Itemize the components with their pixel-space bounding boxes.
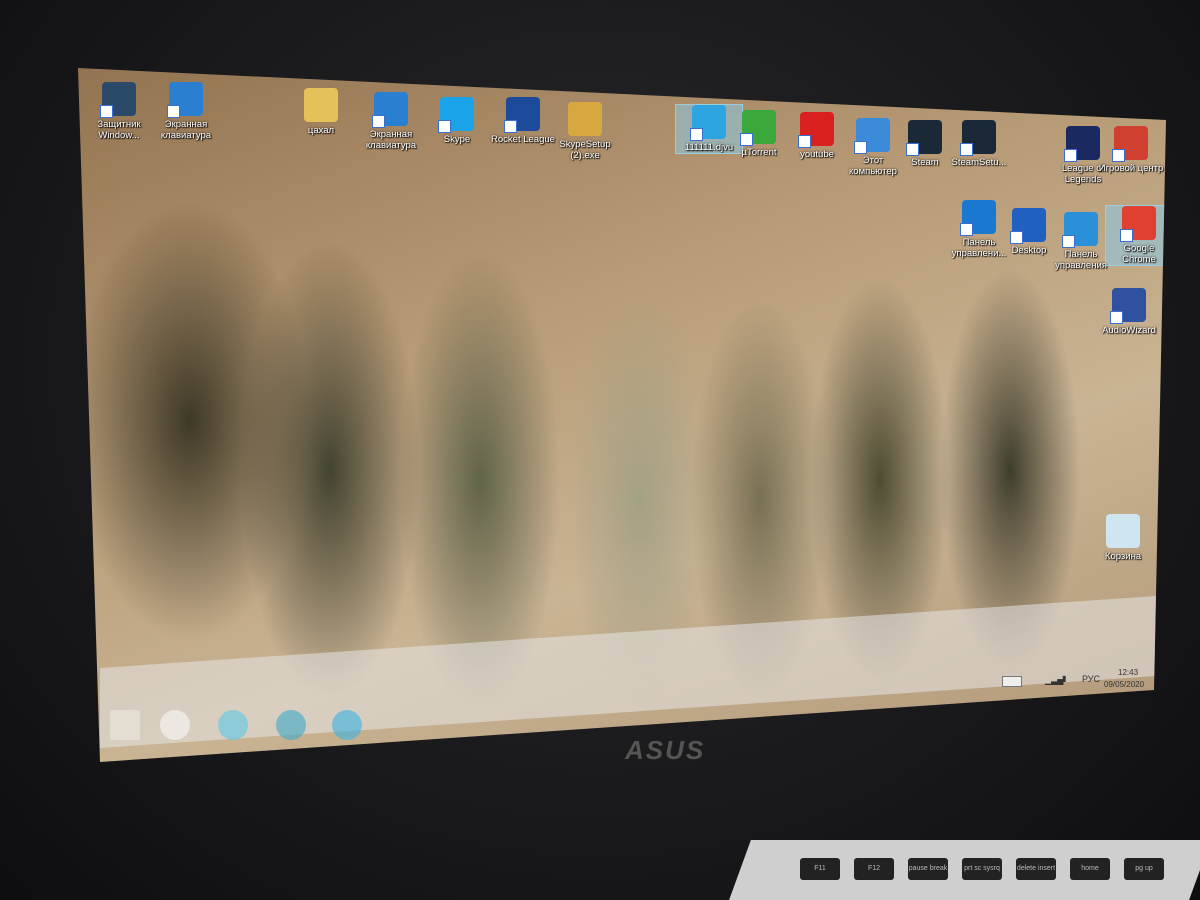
desktop-icon-label: Desktop bbox=[1011, 245, 1047, 256]
steam-icon bbox=[906, 120, 942, 156]
on-screen-keyboard-icon bbox=[167, 82, 203, 118]
keyboard-key: pg up bbox=[1124, 858, 1164, 880]
skype-icon bbox=[438, 97, 474, 133]
desktop-icon-label: Корзина bbox=[1104, 551, 1142, 562]
desktop-icon[interactable]: Rocket League bbox=[490, 97, 556, 145]
taskbar-app-icon[interactable] bbox=[332, 710, 362, 740]
desktop-icon-label: SkypeSetup (2).exe bbox=[559, 139, 611, 161]
asus-logo: ASUS bbox=[625, 735, 706, 765]
desktop-icon-label: Steam bbox=[911, 157, 939, 168]
desktop-icon-label: Google Chrome bbox=[1122, 243, 1156, 265]
keyboard-key: pause break bbox=[908, 858, 948, 880]
desktop-icon[interactable]: Экранная клавиатура bbox=[153, 82, 219, 141]
keyboard-key: delete insert bbox=[1016, 858, 1056, 880]
desktop-icon-label: µTorrent bbox=[741, 147, 777, 158]
installer-icon bbox=[568, 102, 602, 136]
desktop-icon-label: Панель управления bbox=[1055, 249, 1107, 271]
windows-defender-icon bbox=[100, 82, 136, 118]
youtube-icon bbox=[798, 112, 834, 148]
desktop-icon-label: цахал bbox=[307, 125, 335, 136]
recycle-bin-icon bbox=[1106, 514, 1140, 548]
desktop-icon[interactable]: Защитник Window... bbox=[86, 82, 152, 141]
utorrent-icon bbox=[740, 110, 776, 146]
desktop-icon[interactable]: Панель управления bbox=[1048, 212, 1114, 271]
desktop-icon-label: SteamSetu... bbox=[951, 157, 1007, 168]
desktop-icon[interactable]: SteamSetu... bbox=[946, 120, 1012, 168]
chrome-icon bbox=[1120, 206, 1156, 242]
league-of-legends-icon bbox=[1064, 126, 1100, 162]
desktop-icon[interactable]: µTorrent bbox=[726, 110, 792, 158]
game-center-icon bbox=[1112, 126, 1148, 162]
on-screen-keyboard-icon bbox=[372, 92, 408, 128]
desktop-icon-label: Защитник Window... bbox=[97, 119, 141, 141]
desktop-icon-label: Игровой центр bbox=[1098, 163, 1164, 174]
taskbar-app-icon[interactable] bbox=[160, 710, 190, 740]
rocket-league-icon bbox=[504, 97, 540, 133]
taskbar-app-icon[interactable] bbox=[218, 710, 248, 740]
keyboard-key: F11 bbox=[800, 858, 840, 880]
desktop-icon-label: Экранная клавиатура bbox=[160, 119, 212, 141]
desktop-icon-label: Экранная клавиатура bbox=[365, 129, 417, 151]
taskbar-app-icon[interactable] bbox=[276, 710, 306, 740]
desktop-icon[interactable]: Корзина bbox=[1090, 514, 1156, 562]
battery-icon[interactable]: ▮ bbox=[1062, 674, 1066, 683]
control-panel-icon bbox=[1062, 212, 1098, 248]
internet-explorer-icon bbox=[690, 105, 726, 141]
desktop-icon-label: Rocket League bbox=[491, 134, 555, 145]
intel-control-panel-icon bbox=[960, 200, 996, 236]
desktop-icon[interactable]: AudioWizard bbox=[1096, 288, 1162, 336]
language-indicator[interactable]: РУС bbox=[1082, 674, 1100, 684]
clock-date[interactable]: 09/05/2020 bbox=[1104, 680, 1144, 689]
audiowizard-icon bbox=[1110, 288, 1146, 324]
steam-setup-icon bbox=[960, 120, 996, 156]
keyboard-key: home bbox=[1070, 858, 1110, 880]
desktop-icon-label: Этот компьютер bbox=[849, 155, 897, 177]
network-signal-icon[interactable]: ▁▃▅ bbox=[1045, 676, 1063, 685]
desktop-icon[interactable]: Google Chrome bbox=[1105, 205, 1166, 266]
keyboard-key: F12 bbox=[854, 858, 894, 880]
desktop-icon bbox=[1010, 208, 1046, 244]
desktop-icon[interactable]: Skype bbox=[424, 97, 490, 145]
computer-icon bbox=[854, 118, 890, 154]
desktop-icon[interactable]: Экранная клавиатура bbox=[358, 92, 424, 151]
start-button[interactable] bbox=[110, 710, 140, 740]
desktop-icon[interactable]: Игровой центр bbox=[1098, 126, 1164, 174]
folder-icon bbox=[304, 88, 338, 122]
clock-time[interactable]: 12:43 bbox=[1118, 668, 1138, 677]
desktop-icon[interactable]: SkypeSetup (2).exe bbox=[552, 102, 618, 161]
touch-keyboard-icon[interactable] bbox=[1002, 676, 1022, 687]
keyboard-key: prt sc sysrq bbox=[962, 858, 1002, 880]
desktop-icon-label: AudioWizard bbox=[1102, 325, 1156, 336]
desktop-icon-label: youtube bbox=[800, 149, 834, 160]
desktop-icon-label: Skype bbox=[443, 134, 471, 145]
desktop-icon[interactable]: цахал bbox=[288, 88, 354, 136]
